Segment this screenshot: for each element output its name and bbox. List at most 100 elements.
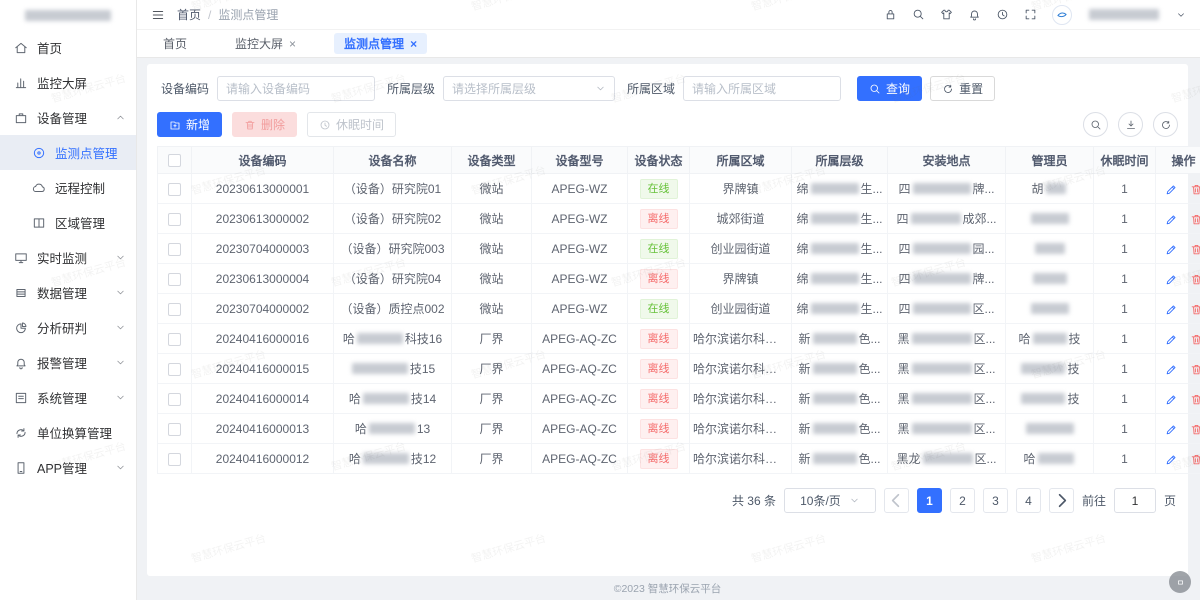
delete-icon[interactable] <box>1190 303 1200 316</box>
delete-icon[interactable] <box>1190 453 1200 466</box>
status-badge: 离线 <box>640 209 678 229</box>
delete-icon[interactable] <box>1190 363 1200 376</box>
edit-icon[interactable] <box>1165 423 1178 436</box>
lock-icon[interactable] <box>884 8 897 21</box>
search-icon[interactable] <box>912 8 925 21</box>
user-menu-chevron-icon[interactable] <box>1176 10 1186 20</box>
page-button-4[interactable]: 4 <box>1016 488 1041 513</box>
delete-button[interactable]: 删除 <box>232 112 297 137</box>
sidebar-item-alarm-management[interactable]: 报警管理 <box>0 345 136 380</box>
edit-icon[interactable] <box>1165 183 1178 196</box>
column-header: 设备名称 <box>334 147 452 174</box>
delete-icon[interactable] <box>1190 213 1200 226</box>
row-checkbox[interactable] <box>168 183 181 196</box>
sidebar-item-app-management[interactable]: APP管理 <box>0 450 136 485</box>
status-badge: 离线 <box>640 389 678 409</box>
page-button-2[interactable]: 2 <box>950 488 975 513</box>
page-size-select[interactable]: 10条/页 <box>784 488 876 513</box>
tab-close-icon[interactable]: × <box>289 38 296 50</box>
sidebar-item-monitor-screen[interactable]: 监控大屏 <box>0 65 136 100</box>
add-button[interactable]: 新增 <box>157 112 222 137</box>
breadcrumb-home[interactable]: 首页 <box>177 6 201 23</box>
table-search-button[interactable] <box>1083 112 1108 137</box>
level-select[interactable]: 请选择所属层级 <box>443 76 615 101</box>
device-code-input[interactable] <box>217 76 375 101</box>
avatar[interactable] <box>1052 5 1072 25</box>
history-icon[interactable] <box>996 8 1009 21</box>
row-checkbox[interactable] <box>168 363 181 376</box>
row-checkbox[interactable] <box>168 213 181 226</box>
goto-page-input[interactable] <box>1114 488 1156 513</box>
row-checkbox[interactable] <box>168 243 181 256</box>
sidebar-item-system-management[interactable]: 系统管理 <box>0 380 136 415</box>
edit-icon[interactable] <box>1165 213 1178 226</box>
manager-cell: 哈技 <box>1006 324 1094 354</box>
menu-toggle-icon[interactable] <box>151 8 165 22</box>
delete-icon[interactable] <box>1190 273 1200 286</box>
device-name-cell: （设备）研究院02 <box>334 204 452 234</box>
theme-icon[interactable] <box>940 8 953 21</box>
notifications-icon[interactable] <box>968 8 981 21</box>
sidebar-item-device-management[interactable]: 设备管理 <box>0 100 136 135</box>
reset-button[interactable]: 重置 <box>930 76 995 101</box>
prev-page-button[interactable] <box>884 488 909 513</box>
sleep-time-button[interactable]: 休眠时间 <box>307 112 396 137</box>
table-row: 20240416000013哈13厂界APEG-AQ-ZC离线哈尔滨诺尔科技有.… <box>158 414 1200 444</box>
export-button[interactable] <box>1118 112 1143 137</box>
reset-button-label: 重置 <box>959 80 983 97</box>
redacted-text <box>811 243 859 254</box>
edit-icon[interactable] <box>1165 273 1178 286</box>
row-checkbox[interactable] <box>168 333 181 346</box>
sidebar-item-realtime-monitoring[interactable]: 实时监测 <box>0 240 136 275</box>
next-page-button[interactable] <box>1049 488 1074 513</box>
page-button-1[interactable]: 1 <box>917 488 942 513</box>
sidebar-item-label: 报警管理 <box>37 353 115 372</box>
row-checkbox[interactable] <box>168 303 181 316</box>
remote-icon <box>32 181 46 195</box>
sidebar-item-unit-conversion-management[interactable]: 单位换算管理 <box>0 415 136 450</box>
location-cell: 黑龙区... <box>888 444 1006 474</box>
device-name-cell: （设备）质控点002 <box>334 294 452 324</box>
delete-icon[interactable] <box>1190 423 1200 436</box>
sidebar-item-region-management[interactable]: 区域管理 <box>0 205 136 240</box>
sidebar-item-data-management[interactable]: 数据管理 <box>0 275 136 310</box>
fullscreen-icon[interactable] <box>1024 8 1037 21</box>
row-checkbox[interactable] <box>168 273 181 286</box>
tab-monitor-screen[interactable]: 监控大屏× <box>225 33 306 54</box>
page-button-3[interactable]: 3 <box>983 488 1008 513</box>
widget-toggle-button[interactable] <box>1169 571 1191 593</box>
table-refresh-button[interactable] <box>1153 112 1178 137</box>
redacted-text <box>1026 423 1074 434</box>
device-type-cell: 微站 <box>452 204 532 234</box>
redacted-text <box>813 363 857 374</box>
redacted-text <box>913 183 971 194</box>
sidebar-item-home[interactable]: 首页 <box>0 30 136 65</box>
edit-icon[interactable] <box>1165 363 1178 376</box>
edit-icon[interactable] <box>1165 453 1178 466</box>
sidebar-item-monitor-point-management[interactable]: 监测点管理 <box>0 135 136 170</box>
status-badge: 在线 <box>640 239 678 259</box>
edit-icon[interactable] <box>1165 303 1178 316</box>
row-checkbox[interactable] <box>168 453 181 466</box>
delete-icon[interactable] <box>1190 393 1200 406</box>
row-checkbox[interactable] <box>168 393 181 406</box>
edit-icon[interactable] <box>1165 243 1178 256</box>
delete-icon[interactable] <box>1190 243 1200 256</box>
delete-icon[interactable] <box>1190 183 1200 196</box>
manager-cell: 技 <box>1006 384 1094 414</box>
redacted-text <box>1046 183 1066 194</box>
tab-home[interactable]: 首页 <box>153 33 197 54</box>
sidebar-item-analysis-judgement[interactable]: 分析研判 <box>0 310 136 345</box>
search-button[interactable]: 查询 <box>857 76 922 101</box>
edit-icon[interactable] <box>1165 393 1178 406</box>
operations-cell <box>1156 354 1200 384</box>
tab-close-icon[interactable]: × <box>410 38 417 50</box>
select-all-checkbox[interactable] <box>168 154 181 167</box>
sidebar-item-remote-control[interactable]: 远程控制 <box>0 170 136 205</box>
row-checkbox[interactable] <box>168 423 181 436</box>
delete-icon[interactable] <box>1190 333 1200 346</box>
region-input[interactable] <box>683 76 841 101</box>
device-status-cell: 离线 <box>628 384 690 414</box>
tab-monitor-point-management[interactable]: 监测点管理× <box>334 33 427 54</box>
edit-icon[interactable] <box>1165 333 1178 346</box>
